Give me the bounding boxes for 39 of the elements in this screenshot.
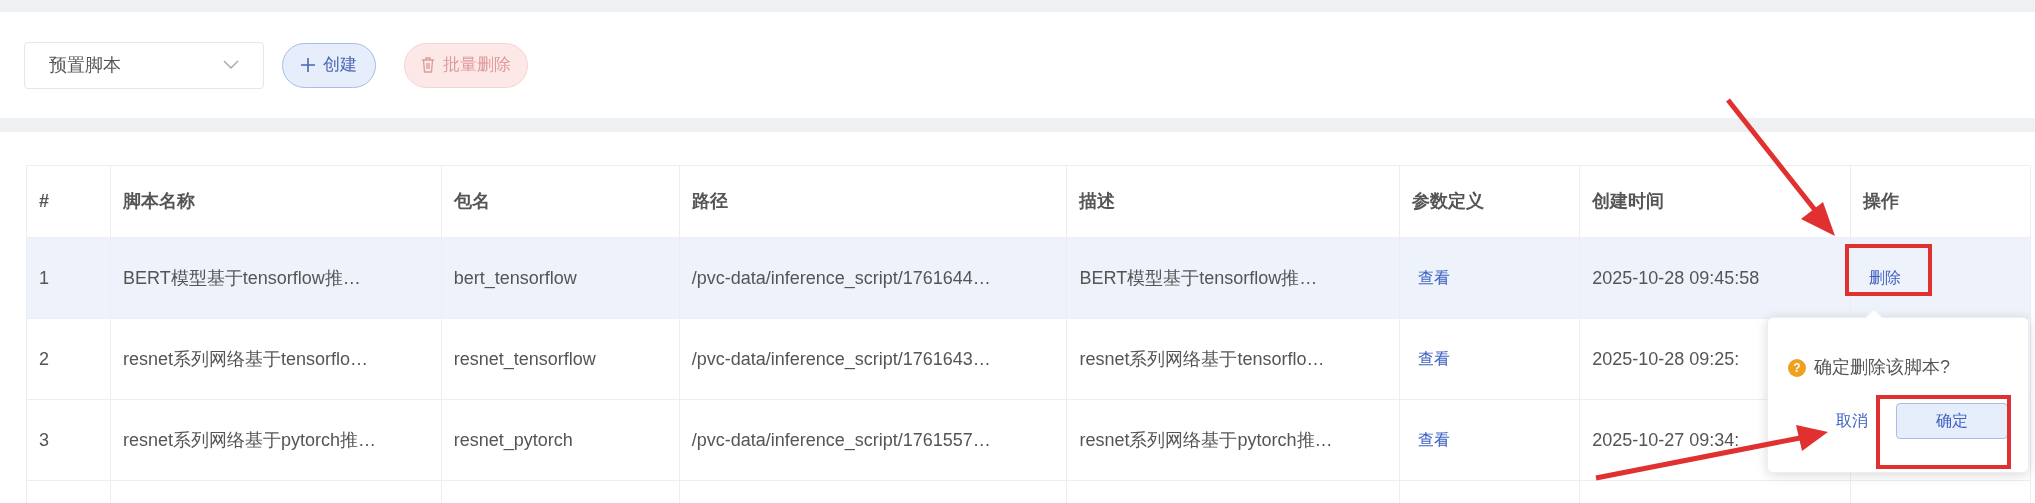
table-cell-text: resnet系列网络基于tensorflo… (122, 347, 369, 371)
table-cell-text: /pvc-data/inference_script/1761643… (691, 347, 991, 372)
table-cell-text: resnet系列网络基于pytorch推… (1079, 428, 1333, 452)
trash-icon (421, 57, 435, 73)
table-cell-text: bert_tensorflow (453, 266, 577, 291)
table-cell-text: resnet_tensorflow (453, 347, 596, 372)
confirm-button[interactable]: 确定 (1896, 403, 2008, 439)
table-cell-text: resnet系列网络基于tensorflo… (1079, 347, 1325, 371)
column-header: 包名 (441, 166, 680, 237)
table-cell-text: 2025-10-28 09:25: (1592, 347, 1740, 371)
table-cell-text: BERT模型基于tensorflow推… (1079, 266, 1318, 290)
column-header: 操作 (1851, 166, 2031, 237)
column-header: # (27, 166, 111, 237)
plus-icon (301, 58, 315, 72)
delete-link[interactable]: 删除 (1869, 266, 1902, 290)
table-cell-text: /pvc-data/inference_script/1761557… (691, 428, 991, 453)
table-cell-text: resnet系列网络基于pytorch推… (122, 428, 377, 452)
view-link[interactable]: 查看 (1418, 347, 1451, 371)
view-link[interactable]: 查看 (1418, 428, 1451, 452)
table-cell-text: 1 (39, 266, 49, 290)
script-select[interactable]: 预置脚本 (24, 41, 264, 89)
chevron-down-icon (223, 60, 239, 70)
create-button[interactable]: 创建 (282, 42, 376, 88)
table-cell-text: 2025-10-27 09:34: (1592, 428, 1740, 452)
view-link[interactable]: 查看 (1418, 266, 1451, 290)
table-cell-text: BERT模型基于tensorflow推… (122, 266, 361, 290)
table-cell-text: 3 (39, 428, 49, 452)
table-row[interactable]: 1 BERT模型基于tensorflow推… bert_tensorflow /pvc-data/inference_script/1761644… BERT模型基于tensorflow推… 查看 2025-10-28 09:45:58 删除 (27, 238, 2031, 319)
confirm-message: 确定删除该脚本? (1814, 356, 1950, 379)
column-header: 描述 (1067, 166, 1401, 237)
column-header: 脚本名称 (110, 166, 442, 237)
column-header: 路径 (679, 166, 1068, 237)
table-cell-text: 2025-10-28 09:45:58 (1592, 266, 1760, 290)
table-cell-text: 2 (39, 347, 49, 371)
table-cell-text: resnet_pytorch (453, 428, 573, 453)
question-icon: ? (1788, 358, 1806, 377)
table-cell-text: /pvc-data/inference_script/1761644… (691, 266, 991, 291)
cancel-link[interactable]: 取消 (1836, 409, 1868, 433)
column-header: 参数定义 (1400, 166, 1581, 237)
